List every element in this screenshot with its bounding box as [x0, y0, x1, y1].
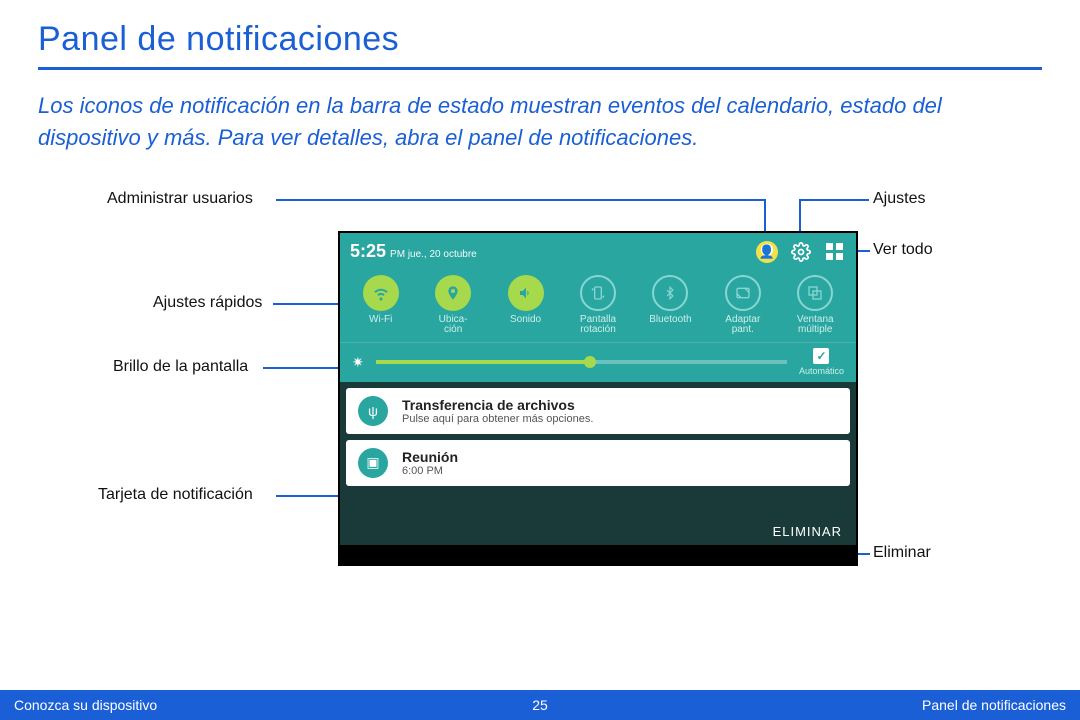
qs-item-rotate[interactable]: Pantallarotación	[565, 275, 630, 336]
rotate-icon	[580, 275, 616, 311]
callout-clear: Eliminar	[873, 544, 931, 562]
qs-item-bt[interactable]: Bluetooth	[638, 275, 703, 336]
callout-view-all: Ver todo	[873, 241, 933, 259]
line-settings-h	[799, 199, 869, 201]
line-manage-users-h	[276, 199, 766, 201]
grid-icon[interactable]	[824, 241, 846, 263]
gear-icon[interactable]	[790, 241, 812, 263]
auto-brightness-label: Automático	[799, 366, 844, 376]
title-divider	[38, 67, 1042, 70]
usb-icon: ψ	[358, 396, 388, 426]
checkbox-icon[interactable]: ✓	[813, 348, 829, 364]
clock-time: 5:25	[350, 241, 386, 261]
qs-label: Adaptarpant.	[710, 315, 775, 336]
qs-item-multi[interactable]: Ventanamúltiple	[783, 275, 848, 336]
diagram-container: Administrar usuarios Ajustes rápidos Bri…	[38, 176, 1042, 596]
clock-date: jue., 20 octubre	[408, 249, 477, 260]
qs-label: Wi-Fi	[348, 315, 413, 326]
wifi-icon	[363, 275, 399, 311]
calendar-icon: ▣	[358, 448, 388, 478]
page-title: Panel de notificaciones	[38, 20, 1042, 59]
brightness-row: ✷ ✓ Automático	[340, 342, 856, 382]
qs-label: Ubica-ción	[420, 315, 485, 336]
qs-item-pin[interactable]: Ubica-ción	[420, 275, 485, 336]
pin-icon	[435, 275, 471, 311]
notification-card[interactable]: ▣ Reunión 6:00 PM	[346, 440, 850, 486]
qs-label: Ventanamúltiple	[783, 315, 848, 336]
notification-card[interactable]: ψ Transferencia de archivos Pulse aquí p…	[346, 388, 850, 434]
status-bar: 5:25 PM jue., 20 octubre 👤	[340, 233, 856, 271]
auto-brightness[interactable]: ✓ Automático	[799, 348, 844, 376]
brightness-icon: ✷	[352, 354, 364, 371]
footer-right: Panel de notificaciones	[922, 697, 1066, 713]
adapt-icon	[725, 275, 761, 311]
brightness-slider[interactable]	[376, 360, 787, 364]
footer-left: Conozca su dispositivo	[14, 697, 157, 713]
user-icon[interactable]: 👤	[756, 241, 778, 263]
quick-settings-row: Wi-Fi Ubica-ción Sonido Pantallarotación Blu…	[340, 271, 856, 342]
callout-quick-settings: Ajustes rápidos	[153, 294, 262, 312]
callout-notif-card: Tarjeta de notificación	[98, 486, 253, 504]
card-subtitle: Pulse aquí para obtener más opciones.	[402, 413, 593, 425]
clock-ampm: PM	[390, 249, 405, 260]
footer-page-number: 25	[532, 697, 548, 713]
qs-label: Pantallarotación	[565, 315, 630, 336]
multi-icon	[797, 275, 833, 311]
qs-label: Bluetooth	[638, 315, 703, 326]
card-title: Transferencia de archivos	[402, 397, 593, 413]
page-footer: Conozca su dispositivo 25 Panel de notif…	[0, 690, 1080, 720]
clear-button[interactable]: ELIMINAR	[773, 524, 842, 539]
sound-icon	[508, 275, 544, 311]
qs-item-sound[interactable]: Sonido	[493, 275, 558, 336]
clock: 5:25 PM jue., 20 octubre	[350, 241, 477, 262]
qs-item-wifi[interactable]: Wi-Fi	[348, 275, 413, 336]
qs-label: Sonido	[493, 315, 558, 326]
card-title: Reunión	[402, 449, 458, 465]
bt-icon	[652, 275, 688, 311]
intro-text: Los iconos de notificación en la barra d…	[38, 90, 998, 154]
card-subtitle: 6:00 PM	[402, 465, 458, 477]
notification-area: ψ Transferencia de archivos Pulse aquí p…	[340, 382, 856, 545]
callout-manage-users: Administrar usuarios	[107, 190, 253, 208]
callout-settings: Ajustes	[873, 190, 925, 208]
callout-brightness: Brillo de la pantalla	[113, 358, 248, 376]
device-frame: 5:25 PM jue., 20 octubre 👤 Wi-Fi Ubica-ció…	[338, 231, 858, 566]
qs-item-adapt[interactable]: Adaptarpant.	[710, 275, 775, 336]
